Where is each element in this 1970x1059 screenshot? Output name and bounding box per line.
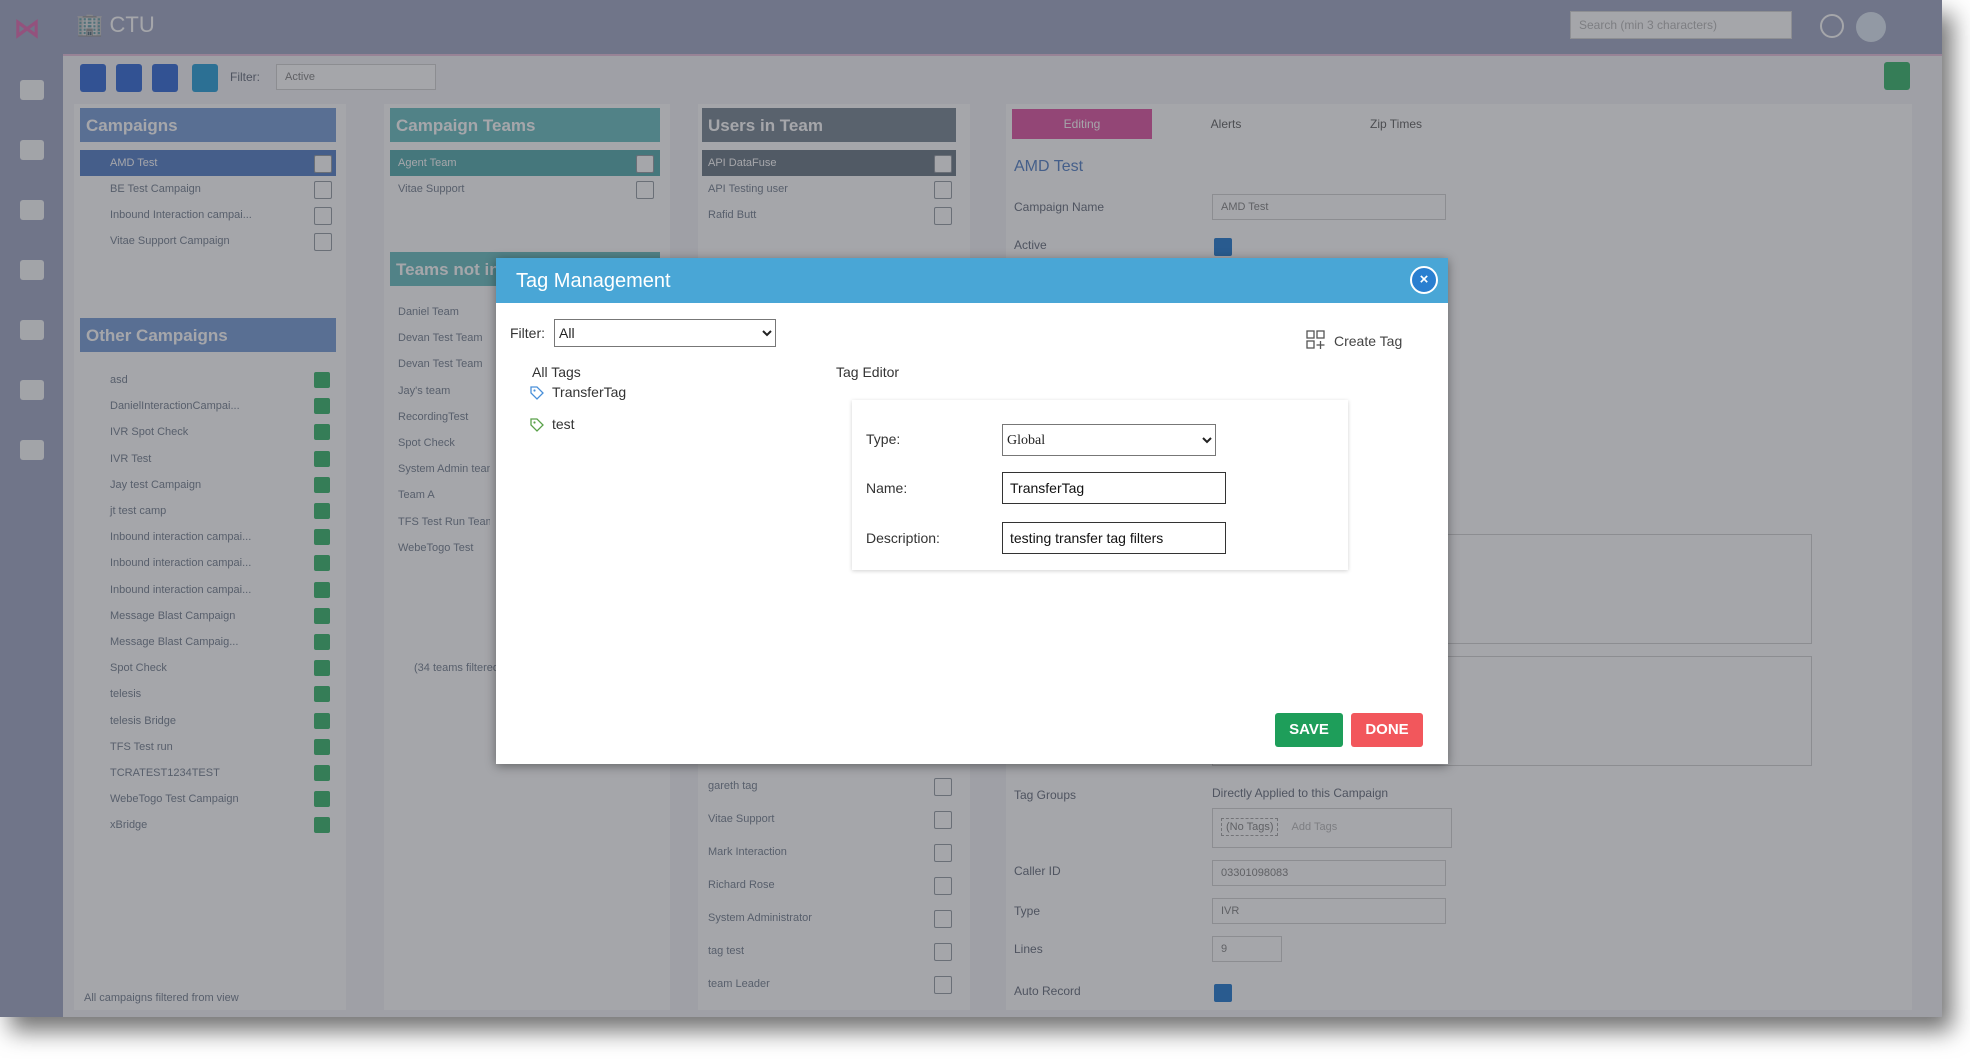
tag-name-input[interactable] (1002, 472, 1226, 504)
description-label: Description: (866, 530, 940, 546)
tag-description-input[interactable] (1002, 522, 1226, 554)
create-tag-icon (1306, 330, 1325, 349)
create-tag-label: Create Tag (1334, 333, 1403, 349)
tag-type-select[interactable]: Global (1002, 424, 1216, 456)
tag-name-label: TransferTag (552, 384, 627, 400)
close-icon[interactable]: × (1410, 266, 1438, 294)
tag-filter-select[interactable]: All (554, 319, 776, 347)
tag-editor-heading: Tag Editor (836, 364, 900, 380)
tag-name-label: test (552, 416, 575, 432)
name-label: Name: (866, 480, 908, 496)
tag-icon (530, 418, 544, 432)
modal-title: Tag Management (516, 270, 671, 292)
save-button[interactable]: SAVE (1275, 713, 1343, 747)
app-background: ⋈ 🏢 CTU Search (min 3 characters) Filter… (0, 0, 1942, 1017)
filter-label: Filter: (510, 325, 545, 341)
modal-header: Tag Management × (496, 258, 1448, 303)
screenshot-frame: ⋈ 🏢 CTU Search (min 3 characters) Filter… (0, 0, 1942, 1017)
tag-management-modal: Tag Management × Filter: All Create Tag … (496, 258, 1448, 764)
type-label: Type: (866, 431, 901, 447)
tag-icon (530, 386, 544, 400)
all-tags-heading: All Tags (532, 364, 581, 380)
done-button[interactable]: DONE (1351, 713, 1423, 747)
tag-editor-form: Type: Global Name: Description: (852, 400, 1348, 570)
